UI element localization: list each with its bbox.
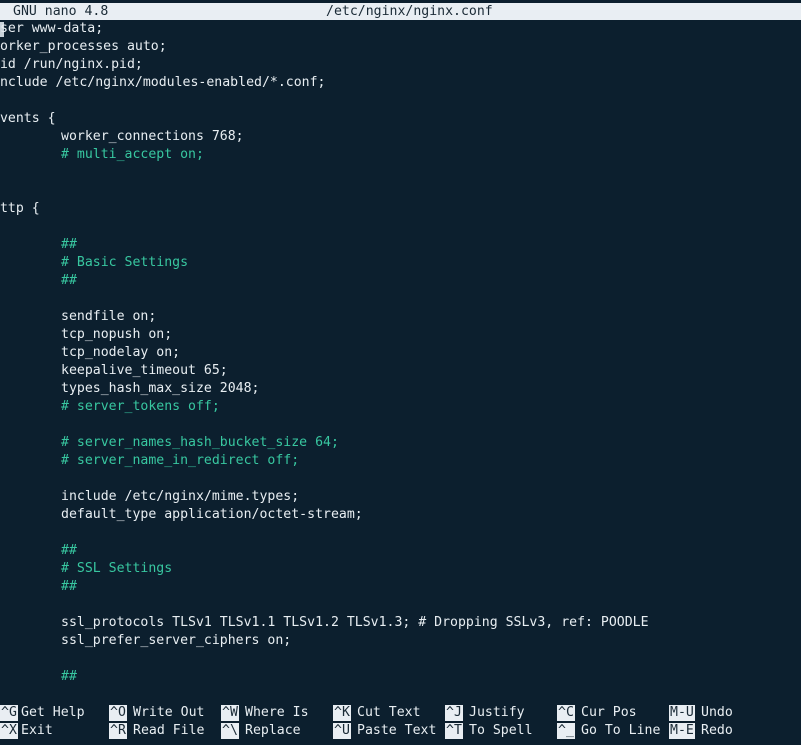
shortcut-label: To Spell [469, 723, 533, 738]
shortcut-key: ^_ [557, 723, 575, 739]
editor-line-text: ## [61, 543, 77, 558]
editor-line-text: user www-data; [0, 21, 104, 36]
editor-line-text: # server_name_in_redirect off; [61, 453, 300, 468]
shortcut-bar: ^G Get Help ^O Write Out ^W Where Is ^K Cut Tex… [0, 704, 801, 740]
shortcut-key: M-U [669, 705, 695, 721]
shortcut-key: ^C [557, 705, 575, 721]
editor-line[interactable]: user www-data; [0, 20, 801, 38]
shortcut-label: Write Out [133, 705, 205, 720]
shortcut-label: Read File [133, 723, 205, 738]
editor-line-text: # Basic Settings [61, 255, 189, 270]
shortcut-label: Cur Pos [581, 705, 637, 720]
editor-line-text: ssl_protocols TLSv1 TLSv1.1 TLSv1.2 TLSv… [61, 615, 649, 630]
editor-line[interactable] [0, 218, 801, 236]
editor-line[interactable]: # server_tokens off; [0, 398, 801, 416]
editor-line-text: ## [61, 237, 77, 252]
editor-line[interactable] [0, 290, 801, 308]
shortcut-label: Replace [245, 723, 301, 738]
editor-line-text: # SSL Settings [61, 561, 173, 576]
shortcut-key: ^W [221, 705, 239, 721]
editor-line[interactable]: include /etc/nginx/mime.types; [0, 488, 801, 506]
shortcut-key: ^X [0, 723, 18, 739]
editor-line[interactable]: ssl_protocols TLSv1 TLSv1.1 TLSv1.2 TLSv… [0, 614, 801, 632]
shortcut-label: Go To Line [581, 723, 661, 738]
shortcut-key: M-E [669, 723, 695, 739]
shortcut-key: ^R [109, 723, 127, 739]
editor-line[interactable]: worker_processes auto; [0, 38, 801, 56]
editor-line-text: tcp_nopush on; [61, 327, 173, 342]
editor-line[interactable] [0, 596, 801, 614]
editor-line-text: default_type application/octet-stream; [61, 507, 363, 522]
shortcut-key: ^J [445, 705, 463, 721]
editor-line[interactable]: default_type application/octet-stream; [0, 506, 801, 524]
editor-line-text: sendfile on; [61, 309, 157, 324]
editor-line-text: # server_names_hash_bucket_size 64; [61, 435, 339, 450]
shortcut-label: Justify [469, 705, 525, 720]
shortcut-label: Get Help [21, 705, 85, 720]
shortcut-label: Redo [701, 723, 733, 738]
editor-line[interactable]: sendfile on; [0, 308, 801, 326]
editor-line[interactable]: ## [0, 578, 801, 596]
editor-line-text: pid /run/nginx.pid; [0, 57, 143, 72]
shortcut-label: Where Is [245, 705, 309, 720]
editor-line-text: include /etc/nginx/mime.types; [61, 489, 300, 504]
editor-line[interactable]: } [0, 164, 801, 182]
editor-line[interactable]: # server_name_in_redirect off; [0, 452, 801, 470]
editor-line[interactable]: # multi_accept on; [0, 146, 801, 164]
shortcut-label: Paste Text [357, 723, 437, 738]
shortcut-key: ^K [333, 705, 351, 721]
editor-line[interactable] [0, 416, 801, 434]
shortcut-key: ^U [333, 723, 351, 739]
editor-line[interactable]: types_hash_max_size 2048; [0, 380, 801, 398]
editor-line[interactable]: ## [0, 542, 801, 560]
title-bar: GNU nano 4.8 /etc/nginx/nginx.conf [0, 3, 801, 20]
editor-line-text: ## [61, 273, 77, 288]
shortcut-key: ^O [109, 705, 127, 721]
editor-line[interactable]: # server_names_hash_bucket_size 64; [0, 434, 801, 452]
editor-line-text: ssl_prefer_server_ciphers on; [61, 633, 292, 648]
editor-line-text: ## [61, 669, 77, 684]
shortcut-label: Undo [701, 705, 733, 720]
editor-line[interactable]: keepalive_timeout 65; [0, 362, 801, 380]
editor-line-text: # server_tokens off; [61, 399, 220, 414]
shortcut-key: ^G [0, 705, 18, 721]
editor-line[interactable]: include /etc/nginx/modules-enabled/*.con… [0, 74, 801, 92]
editor-line[interactable]: ## [0, 668, 801, 686]
shortcut-label: Exit [21, 723, 53, 738]
editor-line[interactable]: worker_connections 768; [0, 128, 801, 146]
editor-line[interactable]: http { [0, 200, 801, 218]
editor-line-text: include /etc/nginx/modules-enabled/*.con… [0, 75, 326, 90]
editor-line[interactable]: pid /run/nginx.pid; [0, 56, 801, 74]
editor-line-text: worker_connections 768; [61, 129, 244, 144]
editor-line[interactable]: ssl_prefer_server_ciphers on; [0, 632, 801, 650]
file-path: /etc/nginx/nginx.conf [326, 4, 493, 19]
editor-line[interactable]: ## [0, 272, 801, 290]
editor-line-text: ## [61, 579, 77, 594]
editor-line[interactable] [0, 182, 801, 200]
shortcut-key: ^T [445, 723, 463, 739]
text-editor-area[interactable]: user www-data; worker_processes auto; pid … [0, 20, 801, 686]
editor-line[interactable]: tcp_nopush on; [0, 326, 801, 344]
editor-line[interactable] [0, 92, 801, 110]
editor-line-text: tcp_nodelay on; [61, 345, 181, 360]
editor-line-text: # multi_accept on; [61, 147, 204, 162]
editor-line[interactable]: # SSL Settings [0, 560, 801, 578]
shortcut-key: ^\ [221, 723, 239, 739]
app-name: GNU nano 4.8 [13, 4, 109, 19]
editor-line-text: worker_processes auto; [0, 39, 167, 54]
editor-line-text: types_hash_max_size 2048; [61, 381, 260, 396]
editor-line[interactable] [0, 650, 801, 668]
editor-line-text: events { [0, 111, 56, 126]
editor-line-text: keepalive_timeout 65; [61, 363, 228, 378]
shortcut-label: Cut Text [357, 705, 421, 720]
editor-line-text: http { [0, 201, 40, 216]
editor-line[interactable] [0, 470, 801, 488]
editor-line[interactable]: tcp_nodelay on; [0, 344, 801, 362]
editor-line[interactable]: ## [0, 236, 801, 254]
editor-line[interactable]: events { [0, 110, 801, 128]
editor-line[interactable]: # Basic Settings [0, 254, 801, 272]
editor-line[interactable] [0, 524, 801, 542]
